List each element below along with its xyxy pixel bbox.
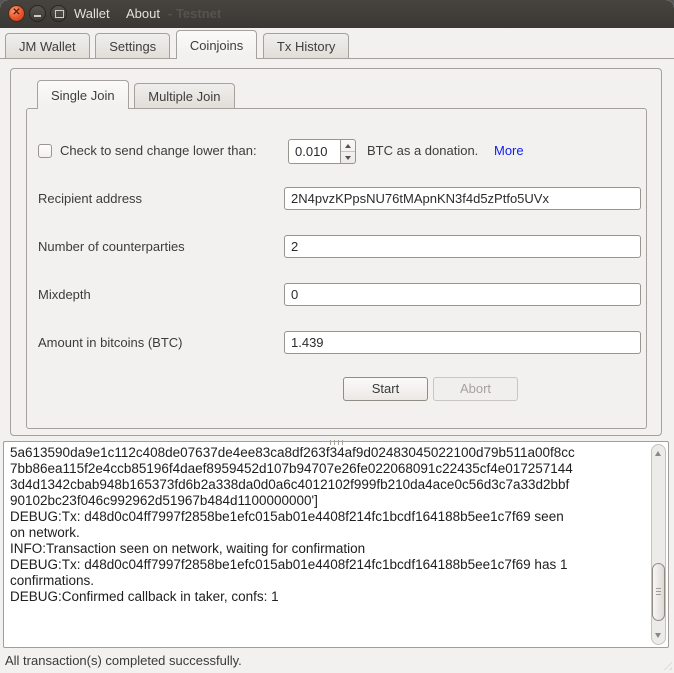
window-title: - Testnet [168, 0, 221, 28]
spin-down-icon[interactable] [341, 152, 355, 163]
mixdepth-input[interactable] [284, 283, 641, 306]
spin-up-icon[interactable] [341, 140, 355, 152]
amount-input[interactable] [284, 331, 641, 354]
log-line: DEBUG:Confirmed callback in taker, confs… [10, 589, 648, 605]
tab-multiple-join[interactable]: Multiple Join [134, 83, 234, 108]
log-line: 90102bc23f046c992962d51967b484d110000000… [10, 493, 648, 509]
donation-amount-spinner [288, 139, 356, 164]
scroll-down-icon[interactable] [655, 633, 661, 638]
counterparties-label: Number of counterparties [38, 239, 185, 254]
log-line: DEBUG:Tx: d48d0c04ff7997f2858be1efc015ab… [10, 557, 648, 573]
tab-settings[interactable]: Settings [95, 33, 170, 58]
status-text: All transaction(s) completed successfull… [5, 653, 242, 668]
log-line: 7bb86ea115f2e4ccb85196f4daef8959452d107b… [10, 461, 648, 477]
donation-amount-input[interactable] [288, 139, 340, 164]
close-button[interactable] [8, 5, 25, 22]
log-line: INFO:Transaction seen on network, waitin… [10, 541, 648, 557]
counterparties-row: Number of counterparties [37, 235, 638, 259]
donation-row: Check to send change lower than: BTC as … [37, 139, 638, 165]
counterparties-input[interactable] [284, 235, 641, 258]
log-line: confirmations. [10, 573, 648, 589]
join-subtabbar: Single Join Multiple Join [36, 80, 236, 109]
scrollbar-thumb[interactable] [652, 563, 665, 621]
tab-single-join[interactable]: Single Join [37, 80, 129, 109]
main-tabbar: JM Wallet Settings Coinjoins Tx History [4, 30, 350, 59]
donation-suffix-label: BTC as a donation. [367, 143, 478, 158]
log-text: 5a613590da9e1c112c408de07637de4ee83ca8df… [10, 445, 648, 645]
splitter-handle[interactable] [330, 440, 343, 445]
donation-checkbox-label: Check to send change lower than: [60, 143, 257, 158]
donation-checkbox[interactable] [38, 144, 52, 158]
spinner-arrows [340, 139, 356, 164]
mixdepth-label: Mixdepth [38, 287, 91, 302]
recipient-address-input[interactable] [284, 187, 641, 210]
status-bar: All transaction(s) completed successfull… [0, 649, 674, 673]
log-line: DEBUG:Tx: d48d0c04ff7997f2858be1efc015ab… [10, 509, 648, 525]
menu-wallet[interactable]: Wallet [68, 0, 116, 28]
tab-jm-wallet[interactable]: JM Wallet [5, 33, 90, 58]
minimize-button[interactable] [29, 5, 46, 22]
resize-grip[interactable] [660, 658, 672, 670]
scroll-up-icon[interactable] [655, 451, 661, 456]
log-scrollbar[interactable] [651, 444, 666, 645]
mixdepth-row: Mixdepth [37, 283, 638, 307]
tab-coinjoins[interactable]: Coinjoins [176, 30, 257, 59]
maximize-button[interactable] [50, 5, 67, 22]
coinjoins-frame: Single Join Multiple Join Check to send … [10, 68, 662, 436]
more-link[interactable]: More [494, 143, 524, 158]
recipient-address-label: Recipient address [38, 191, 142, 206]
log-output[interactable]: 5a613590da9e1c112c408de07637de4ee83ca8df… [3, 441, 669, 648]
recipient-address-row: Recipient address [37, 187, 638, 211]
tab-tx-history[interactable]: Tx History [263, 33, 350, 58]
amount-label: Amount in bitcoins (BTC) [38, 335, 183, 350]
joinmarket-window: Wallet About - Testnet JM Wallet Setting… [0, 0, 674, 673]
abort-button[interactable]: Abort [433, 377, 518, 401]
amount-row: Amount in bitcoins (BTC) [37, 331, 638, 355]
log-line: on network. [10, 525, 648, 541]
log-line: 3d4d1342cbab948b165373fd6b2a338da0d0a6c4… [10, 477, 648, 493]
single-join-pane: Check to send change lower than: BTC as … [26, 108, 647, 429]
titlebar: Wallet About - Testnet [0, 0, 674, 28]
start-button[interactable]: Start [343, 377, 428, 401]
log-line: 5a613590da9e1c112c408de07637de4ee83ca8df… [10, 445, 648, 461]
menu-about[interactable]: About [120, 0, 166, 28]
